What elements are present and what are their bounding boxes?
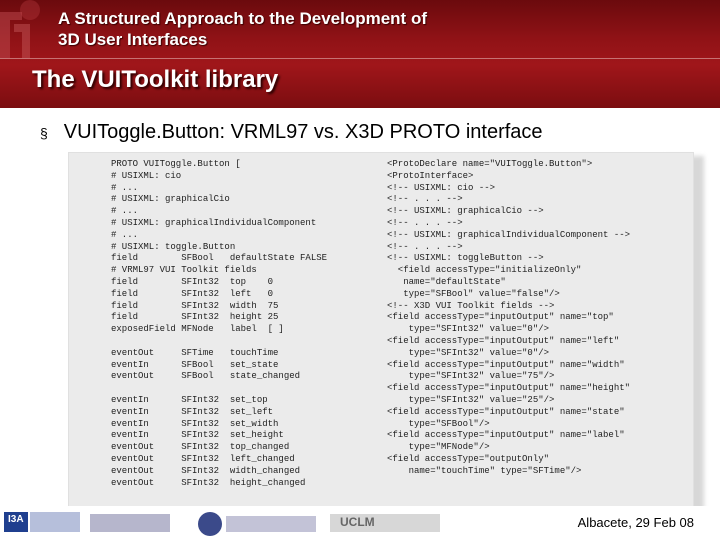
lab-logo-icon bbox=[90, 514, 170, 532]
header-divider bbox=[0, 58, 720, 59]
uclm-logo-text: UCLM bbox=[340, 515, 375, 529]
institution-emblem-icon bbox=[0, 0, 40, 58]
x3d-code: <ProtoDeclare name="VUIToggle.Button"> <… bbox=[387, 159, 631, 476]
slide-header: A Structured Approach to the Development… bbox=[0, 0, 720, 108]
bullet-text: VUIToggle.Button: VRML97 vs. X3D PROTO i… bbox=[63, 121, 543, 143]
code-panel: PROTO VUIToggle.Button [ # USIXML: cio #… bbox=[68, 152, 694, 509]
bullet-marker: § bbox=[40, 124, 48, 141]
i3a-logo-text: I3A bbox=[8, 514, 24, 525]
presentation-title: A Structured Approach to the Development… bbox=[58, 9, 427, 49]
slide-footer: I3A UCLM Albacete, 29 Feb 08 bbox=[0, 506, 720, 540]
dsi-logo-icon bbox=[198, 512, 316, 536]
footer-date: Albacete, 29 Feb 08 bbox=[577, 515, 694, 530]
bullet-item: § VUIToggle.Button: VRML97 vs. X3D PROTO… bbox=[40, 121, 543, 144]
slide-title: The VUIToolkit library bbox=[32, 66, 279, 93]
vrml97-code: PROTO VUIToggle.Button [ # USIXML: cio #… bbox=[111, 159, 328, 488]
